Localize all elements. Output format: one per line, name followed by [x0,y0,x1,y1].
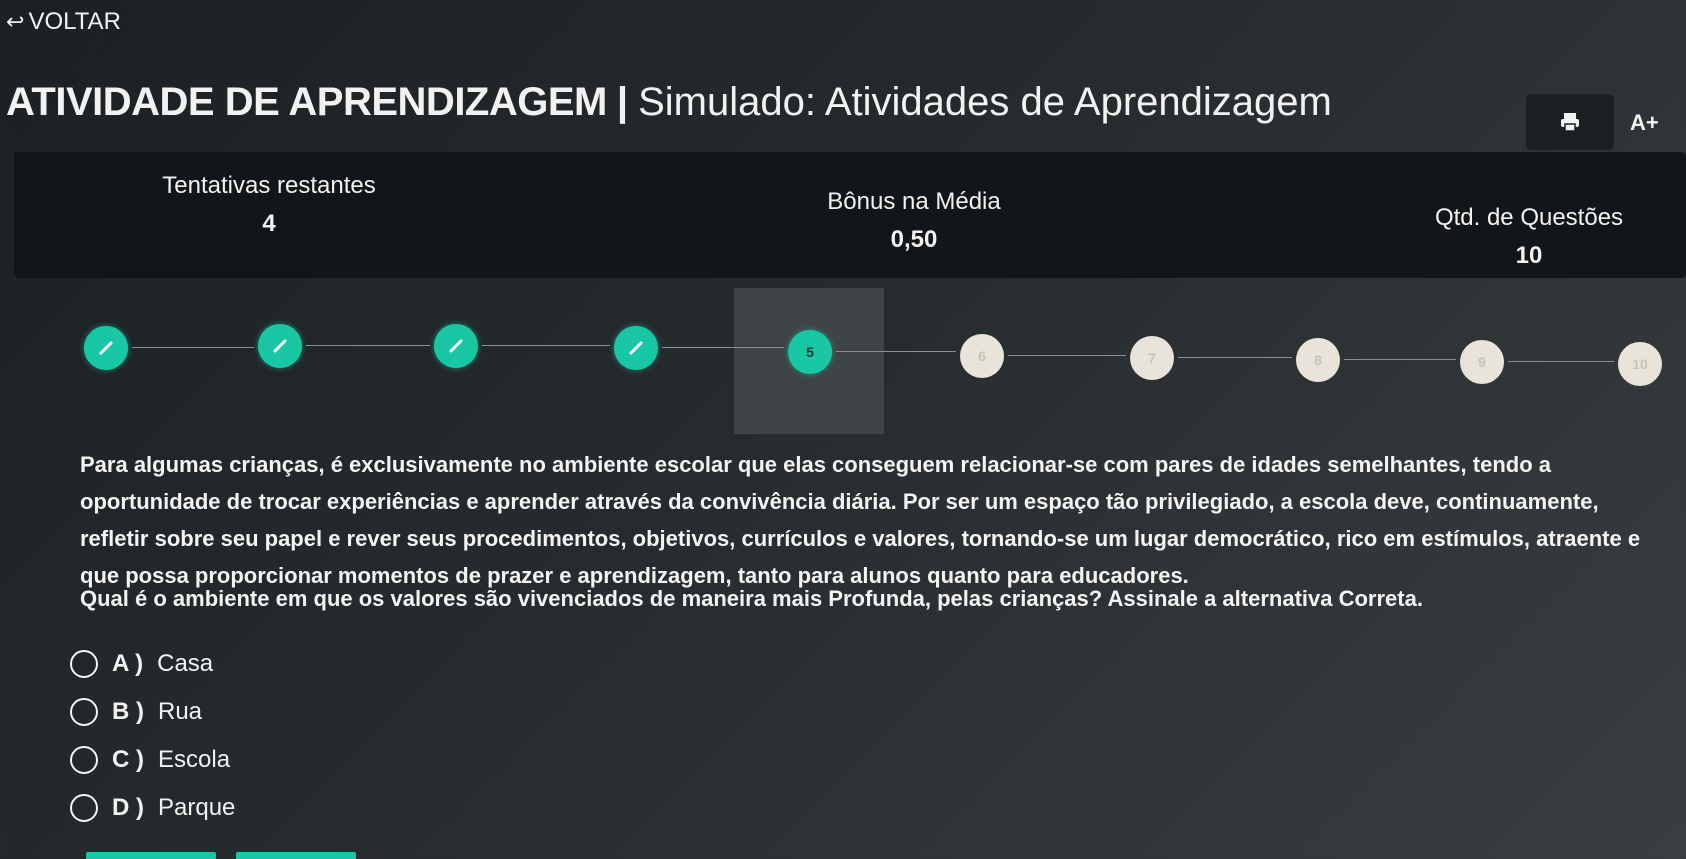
option-c-text: Escola [158,746,231,773]
step-6[interactable]: 6 [960,334,1004,378]
stats-panel: Tentativas restantes 4 Bônus na Média 0,… [14,152,1686,278]
step-connector [662,347,784,348]
step-3[interactable] [434,324,478,368]
questions-value: 10 [1515,242,1543,269]
step-9[interactable]: 9 [1460,340,1504,384]
printer-icon [1561,113,1579,132]
answer-options: A ) Casa B ) Rua C ) Escola D ) Parque [70,640,235,832]
attempts-label: Tentativas restantes [162,172,376,199]
bonus-value: 0,50 [890,226,938,253]
pencil-icon [629,341,643,355]
step-connector [1344,359,1456,360]
page-title: ATIVIDADE DE APRENDIZAGEM | Simulado: At… [6,80,1332,125]
step-connector [132,347,254,348]
question-prompt: Qual é o ambiente em que os valores são … [80,586,1423,611]
step-1[interactable] [84,326,128,370]
step-connector [482,345,610,346]
questions-label: Qtd. de Questões [1434,204,1624,231]
step-connector [836,351,956,352]
option-b[interactable]: B ) Rua [70,688,235,736]
option-c-letter: C ) [112,746,144,773]
title-separator: | [616,80,629,124]
attempts-value: 4 [262,210,276,237]
pencil-icon [273,339,287,353]
bonus-stat: Bônus na Média 0,50 [814,188,1014,254]
question-text: Para algumas crianças, é exclusivamente … [80,452,1641,588]
step-2[interactable] [258,324,302,368]
option-d[interactable]: D ) Parque [70,784,235,832]
step-number: 6 [978,348,986,364]
option-a-text: Casa [157,650,214,677]
step-5[interactable]: 5 [788,330,832,374]
print-button[interactable] [1526,94,1614,150]
step-4[interactable] [614,326,658,370]
step-number: 10 [1632,356,1648,372]
step-number: 8 [1314,352,1322,368]
activity-type: ATIVIDADE DE APRENDIZAGEM [6,80,607,124]
step-connector [1008,355,1126,356]
step-7[interactable]: 7 [1130,336,1174,380]
font-size-button[interactable]: A+ [1630,110,1659,136]
return-arrow-icon: ↩ [6,9,25,34]
option-c[interactable]: C ) Escola [70,736,235,784]
activity-name: Simulado: Atividades de Aprendizagem [638,80,1332,124]
option-d-text: Parque [158,794,236,821]
option-b-letter: B ) [112,698,144,725]
pencil-icon [99,341,113,355]
step-number: 7 [1148,350,1156,366]
bonus-label: Bônus na Média [827,188,1001,215]
back-button[interactable]: ↩ VOLTAR [6,8,121,36]
step-number: 9 [1478,354,1486,370]
option-a-radio[interactable] [70,650,98,678]
step-10[interactable]: 10 [1618,342,1662,386]
attempts-stat: Tentativas restantes 4 [144,172,394,238]
option-b-text: Rua [158,698,203,725]
option-c-radio[interactable] [70,746,98,774]
step-number: 5 [806,344,814,360]
option-d-radio[interactable] [70,794,98,822]
step-8[interactable]: 8 [1296,338,1340,382]
action-button-left[interactable] [86,852,216,859]
step-connector [306,345,430,346]
option-d-letter: D ) [112,794,144,821]
step-connector [1508,361,1614,362]
question-stepper: 5 6 7 8 9 10 [0,288,1686,434]
option-a[interactable]: A ) Casa [70,640,235,688]
option-b-radio[interactable] [70,698,98,726]
back-label: VOLTAR [28,8,121,35]
questions-stat: Qtd. de Questões 10 [1419,204,1639,270]
option-a-letter: A ) [112,650,144,677]
action-button-right[interactable] [236,852,356,859]
pencil-icon [449,339,463,353]
step-connector [1178,357,1292,358]
